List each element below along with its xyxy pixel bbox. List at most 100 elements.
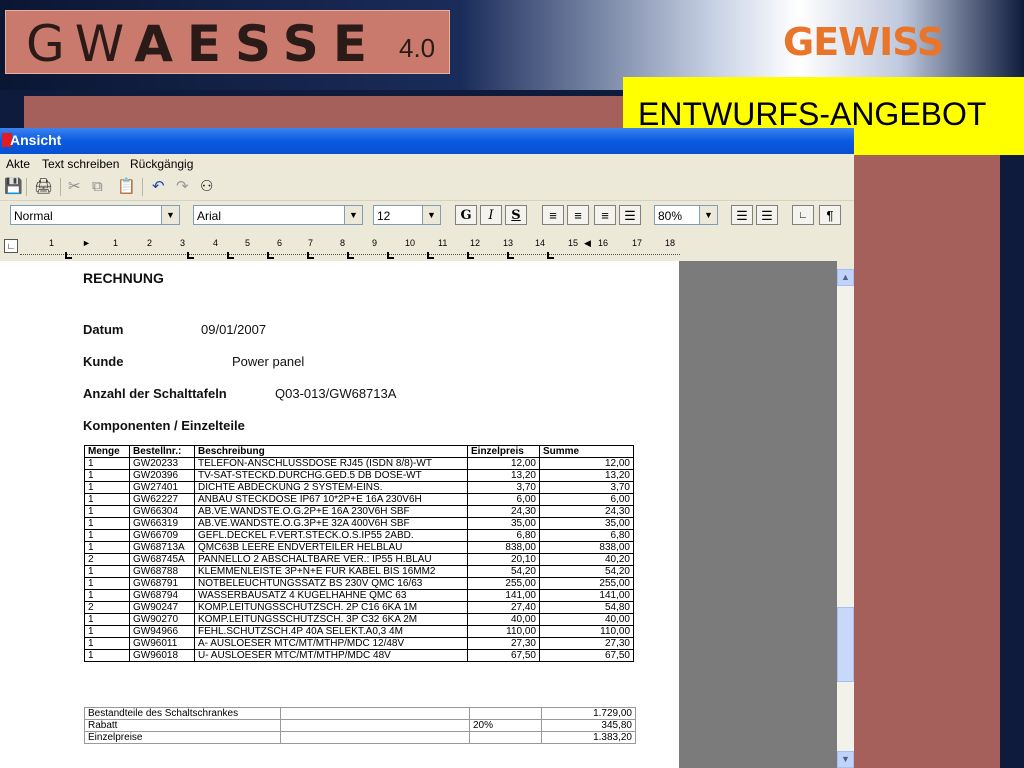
- cell-einzelpreis: 24,30: [467, 505, 540, 518]
- chevron-down-icon[interactable]: ▼: [344, 206, 362, 224]
- numbered-list-icon[interactable]: ☰: [731, 205, 753, 225]
- style-select[interactable]: Normal ▼: [10, 205, 180, 225]
- align-left-icon[interactable]: ≡: [542, 205, 564, 225]
- cell-beschreibung: ANBAU STECKDOSE IP67 10*2P+E 16A 230V6H: [194, 493, 468, 506]
- table-header-row: Menge Bestellnr.: Beschreibung Einzelpre…: [84, 445, 634, 458]
- vertical-scrollbar[interactable]: ▲ ▼: [837, 269, 854, 768]
- zoom-select[interactable]: 80% ▼: [654, 205, 718, 225]
- cell-summe: 3,70: [539, 481, 634, 494]
- cell-summe: 6,00: [539, 493, 634, 506]
- totals-cell: 345,80: [541, 719, 636, 732]
- table-row: 1 GW20396 TV-SAT-STECKD.DURCHG.GED.5 DB DO…: [84, 469, 634, 482]
- tab-stop-marker[interactable]: [427, 252, 434, 259]
- redo-icon[interactable]: ↷: [176, 179, 189, 195]
- cell-bestellnr: GW62227: [129, 493, 195, 506]
- cell-summe: 141,00: [539, 589, 634, 602]
- totals-cell: 1.729,00: [541, 707, 636, 720]
- ruler-tick: 1: [49, 238, 55, 248]
- table-row: 1 GW96011 A- AUSLOESER MTC/MT/MTHP/MDC 12/…: [84, 637, 634, 650]
- cut-icon[interactable]: ✂: [68, 179, 81, 195]
- tab-stop-marker[interactable]: [347, 252, 354, 259]
- paste-icon[interactable]: 📋: [117, 179, 136, 195]
- table-row: 1 GW20233 TELEFON-ANSCHLUSSDOSE RJ45 (ISDN…: [84, 457, 634, 470]
- cell-summe: 12,00: [539, 457, 634, 470]
- bold-button[interactable]: G: [455, 205, 477, 225]
- scroll-up-icon[interactable]: ▲: [837, 269, 854, 286]
- paragraph-marks-icon[interactable]: ¶: [819, 205, 841, 225]
- table-row: 1 GW62227 ANBAU STECKDOSE IP67 10*2P+E 16A…: [84, 493, 634, 506]
- menu-text-schreiben[interactable]: Text schreiben: [42, 157, 119, 171]
- cell-einzelpreis: 6,80: [467, 529, 540, 542]
- scroll-down-icon[interactable]: ▼: [837, 751, 854, 768]
- tab-stop-marker[interactable]: [65, 252, 72, 259]
- style-value: Normal: [14, 209, 53, 223]
- cell-beschreibung: TELEFON-ANSCHLUSSDOSE RJ45 (ISDN 8/8)-WT: [194, 457, 468, 470]
- ruler[interactable]: 1 ► 1 2 3 4 5 6 7 8 9 10 11 12 13 14 15 …: [20, 238, 680, 259]
- cell-bestellnr: GW68713A: [129, 541, 195, 554]
- chevron-down-icon[interactable]: ▼: [699, 206, 717, 224]
- col-summe: Summe: [539, 445, 634, 458]
- indent-marker-icon[interactable]: ►: [82, 238, 91, 248]
- ruler-tick: 15: [568, 238, 579, 248]
- cell-menge: 2: [84, 553, 130, 566]
- tab-stop-marker[interactable]: [387, 252, 394, 259]
- menu-rueckgaengig[interactable]: Rückgängig: [130, 157, 193, 171]
- table-row: 1 GW66709 GEFL.DECKEL F.VERT.STECK.O.S.IP5…: [84, 529, 634, 542]
- table-row: 1 GW90270 KOMP.LEITUNGSSCHUTZSCH. 3P C32 6…: [84, 613, 634, 626]
- tab-stop-marker[interactable]: [467, 252, 474, 259]
- tab-stop-icon[interactable]: ∟: [792, 205, 814, 225]
- totals-cell: [280, 719, 470, 732]
- ruler-tick: 14: [535, 238, 546, 248]
- window-titlebar[interactable]: Ansicht: [0, 128, 854, 154]
- font-value: Arial: [197, 209, 222, 223]
- cell-einzelpreis: 27,40: [467, 601, 540, 614]
- font-select[interactable]: Arial ▼: [193, 205, 363, 225]
- col-einzelpreis: Einzelpreis: [467, 445, 540, 458]
- cell-summe: 110,00: [539, 625, 634, 638]
- document-page[interactable]: RECHNUNG Datum 09/01/2007 Kunde Power pa…: [0, 261, 679, 768]
- cell-summe: 40,20: [539, 553, 634, 566]
- scroll-thumb[interactable]: [837, 607, 854, 682]
- cell-bestellnr: GW20396: [129, 469, 195, 482]
- underline-button[interactable]: S: [505, 205, 527, 225]
- italic-button[interactable]: I: [480, 205, 502, 225]
- chevron-down-icon[interactable]: ▼: [161, 206, 179, 224]
- cell-menge: 1: [84, 649, 130, 662]
- ruler-tick: 9: [372, 238, 378, 248]
- size-select[interactable]: 12 ▼: [373, 205, 441, 225]
- align-right-icon[interactable]: ≡: [567, 205, 589, 225]
- bullet-list-icon[interactable]: ☰: [756, 205, 778, 225]
- chevron-down-icon[interactable]: ▼: [422, 206, 440, 224]
- cell-summe: 54,20: [539, 565, 634, 578]
- ruler-tick: 1: [113, 238, 119, 248]
- format-toolbar: Normal ▼ Arial ▼ 12 ▼ G I S ≡ ≡ ≡ ☰ 80% …: [0, 201, 854, 231]
- cell-bestellnr: GW66304: [129, 505, 195, 518]
- align-center-icon[interactable]: ≡: [594, 205, 616, 225]
- find-icon[interactable]: ⚇: [200, 179, 213, 195]
- tab-stop-marker[interactable]: [227, 252, 234, 259]
- align-justify-icon[interactable]: ☰: [619, 205, 641, 225]
- tab-stop-marker[interactable]: [187, 252, 194, 259]
- cell-menge: 1: [84, 613, 130, 626]
- tab-stop-marker[interactable]: [267, 252, 274, 259]
- tab-stop-marker[interactable]: [547, 252, 554, 259]
- right-indent-marker-icon[interactable]: ◀: [584, 238, 591, 249]
- cell-beschreibung: GEFL.DECKEL F.VERT.STECK.O.S.IP55 2ABD.: [194, 529, 468, 542]
- tab-type-icon[interactable]: ∟: [4, 239, 18, 253]
- window-title: Ansicht: [10, 132, 62, 148]
- cell-einzelpreis: 3,70: [467, 481, 540, 494]
- save-icon[interactable]: 💾: [4, 179, 23, 195]
- col-menge: Menge: [84, 445, 130, 458]
- menu-akte[interactable]: Akte: [6, 157, 30, 171]
- undo-icon[interactable]: ↶: [152, 179, 165, 195]
- cell-bestellnr: GW90270: [129, 613, 195, 626]
- cell-einzelpreis: 255,00: [467, 577, 540, 590]
- tab-stop-marker[interactable]: [507, 252, 514, 259]
- cell-einzelpreis: 40,00: [467, 613, 540, 626]
- cell-beschreibung: A- AUSLOESER MTC/MT/MTHP/MDC 12/48V: [194, 637, 468, 650]
- copy-icon[interactable]: ⧉: [92, 179, 103, 195]
- tab-stop-marker[interactable]: [307, 252, 314, 259]
- totals-cell: [280, 731, 470, 744]
- ruler-tick: 12: [470, 238, 481, 248]
- print-icon[interactable]: 🖨: [34, 179, 53, 195]
